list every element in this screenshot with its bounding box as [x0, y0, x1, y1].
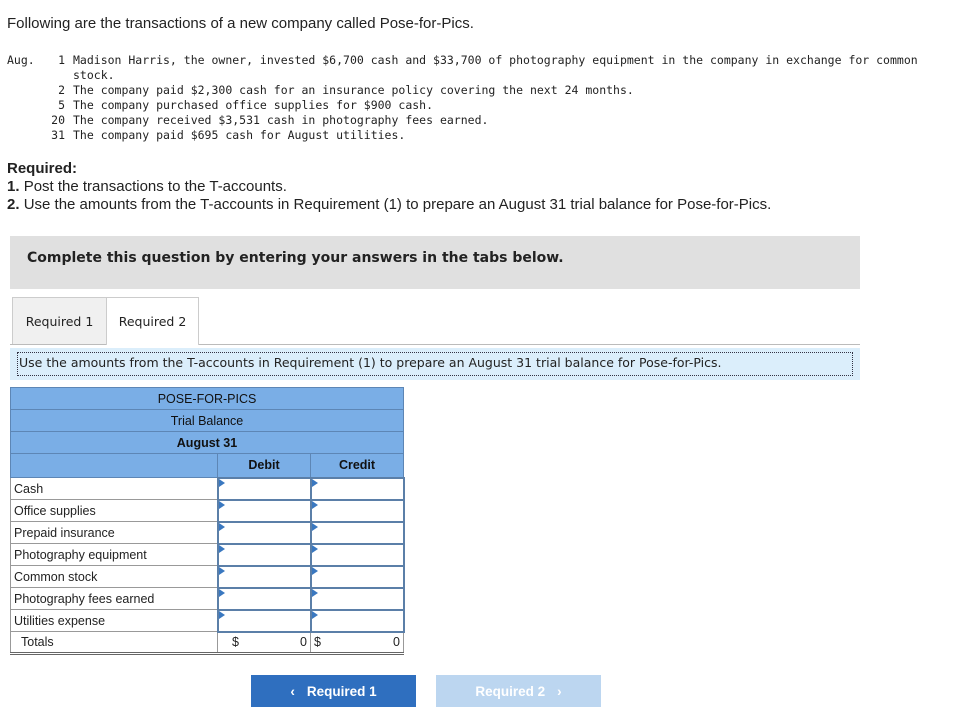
tab-required-2[interactable]: Required 2 [106, 297, 199, 345]
credit-input[interactable] [309, 608, 405, 633]
table-row: Prepaid insurance [10, 520, 405, 545]
tab-required-1[interactable]: Required 1 [12, 297, 107, 344]
blank-header [10, 453, 218, 478]
table-row: Cash [10, 476, 405, 501]
chevron-left-icon: ‹ [290, 683, 295, 699]
table-row: Office supplies [10, 498, 405, 523]
credit-input[interactable] [309, 476, 405, 501]
debit-input[interactable] [216, 608, 312, 633]
chevron-right-icon: › [557, 683, 562, 699]
credit-input[interactable] [309, 564, 405, 589]
debit-input[interactable] [216, 586, 312, 611]
requirement-2: 2. Use the amounts from the T-accounts i… [7, 196, 772, 213]
debit-total: $0 [217, 631, 311, 655]
totals-row: Totals $0 $0 [10, 631, 404, 655]
transaction-list: Aug. 1 Madison Harris, the owner, invested… [7, 53, 953, 143]
instruction-box: Use the amounts from the T-accounts in R… [10, 348, 860, 380]
requirements: Required: 1. Post the transactions to th… [7, 160, 771, 214]
credit-input[interactable] [309, 498, 405, 523]
credit-input[interactable] [309, 542, 405, 567]
requirement-1: 1. Post the transactions to the T-accoun… [7, 178, 287, 195]
credit-total: $0 [310, 631, 404, 655]
debit-input[interactable] [216, 542, 312, 567]
debit-input[interactable] [216, 476, 312, 501]
trial-balance-table: POSE-FOR-PICS Trial Balance August 31 De… [10, 387, 405, 655]
credit-header: Credit [310, 453, 404, 478]
table-row: Photography fees earned [10, 586, 405, 611]
instructions-banner: Complete this question by entering your … [10, 236, 860, 289]
account-name: Photography fees earned [10, 587, 218, 610]
account-name: Common stock [10, 565, 218, 588]
statement-title: Trial Balance [10, 409, 404, 432]
credit-input[interactable] [309, 586, 405, 611]
account-name: Office supplies [10, 499, 218, 522]
account-name: Cash [10, 477, 218, 500]
totals-label: Totals [10, 631, 218, 655]
company-name: POSE-FOR-PICS [10, 387, 404, 410]
debit-input[interactable] [216, 564, 312, 589]
next-required-2-button[interactable]: Required 2 › [436, 675, 601, 707]
account-name: Utilities expense [10, 609, 218, 632]
debit-input[interactable] [216, 520, 312, 545]
intro-text: Following are the transactions of a new … [7, 15, 474, 32]
credit-input[interactable] [309, 520, 405, 545]
transaction-item: 20 The company received $3,531 cash in ph… [51, 113, 489, 127]
account-name: Photography equipment [10, 543, 218, 566]
table-row: Common stock [10, 564, 405, 589]
table-row: Utilities expense [10, 608, 405, 633]
table-row: Photography equipment [10, 542, 405, 567]
transaction-item: 31 The company paid $695 cash for August … [51, 128, 406, 142]
debit-header: Debit [217, 453, 311, 478]
required-heading: Required: [7, 160, 78, 177]
transaction-item: Aug. 1 Madison Harris, the owner, invested… [7, 53, 918, 82]
transaction-item: 5 The company purchased office supplies f… [58, 98, 434, 112]
prev-required-1-button[interactable]: ‹ Required 1 [251, 675, 416, 707]
statement-date: August 31 [10, 431, 404, 454]
account-name: Prepaid insurance [10, 521, 218, 544]
debit-input[interactable] [216, 498, 312, 523]
transaction-item: 2 The company paid $2,300 cash for an ins… [58, 83, 634, 97]
